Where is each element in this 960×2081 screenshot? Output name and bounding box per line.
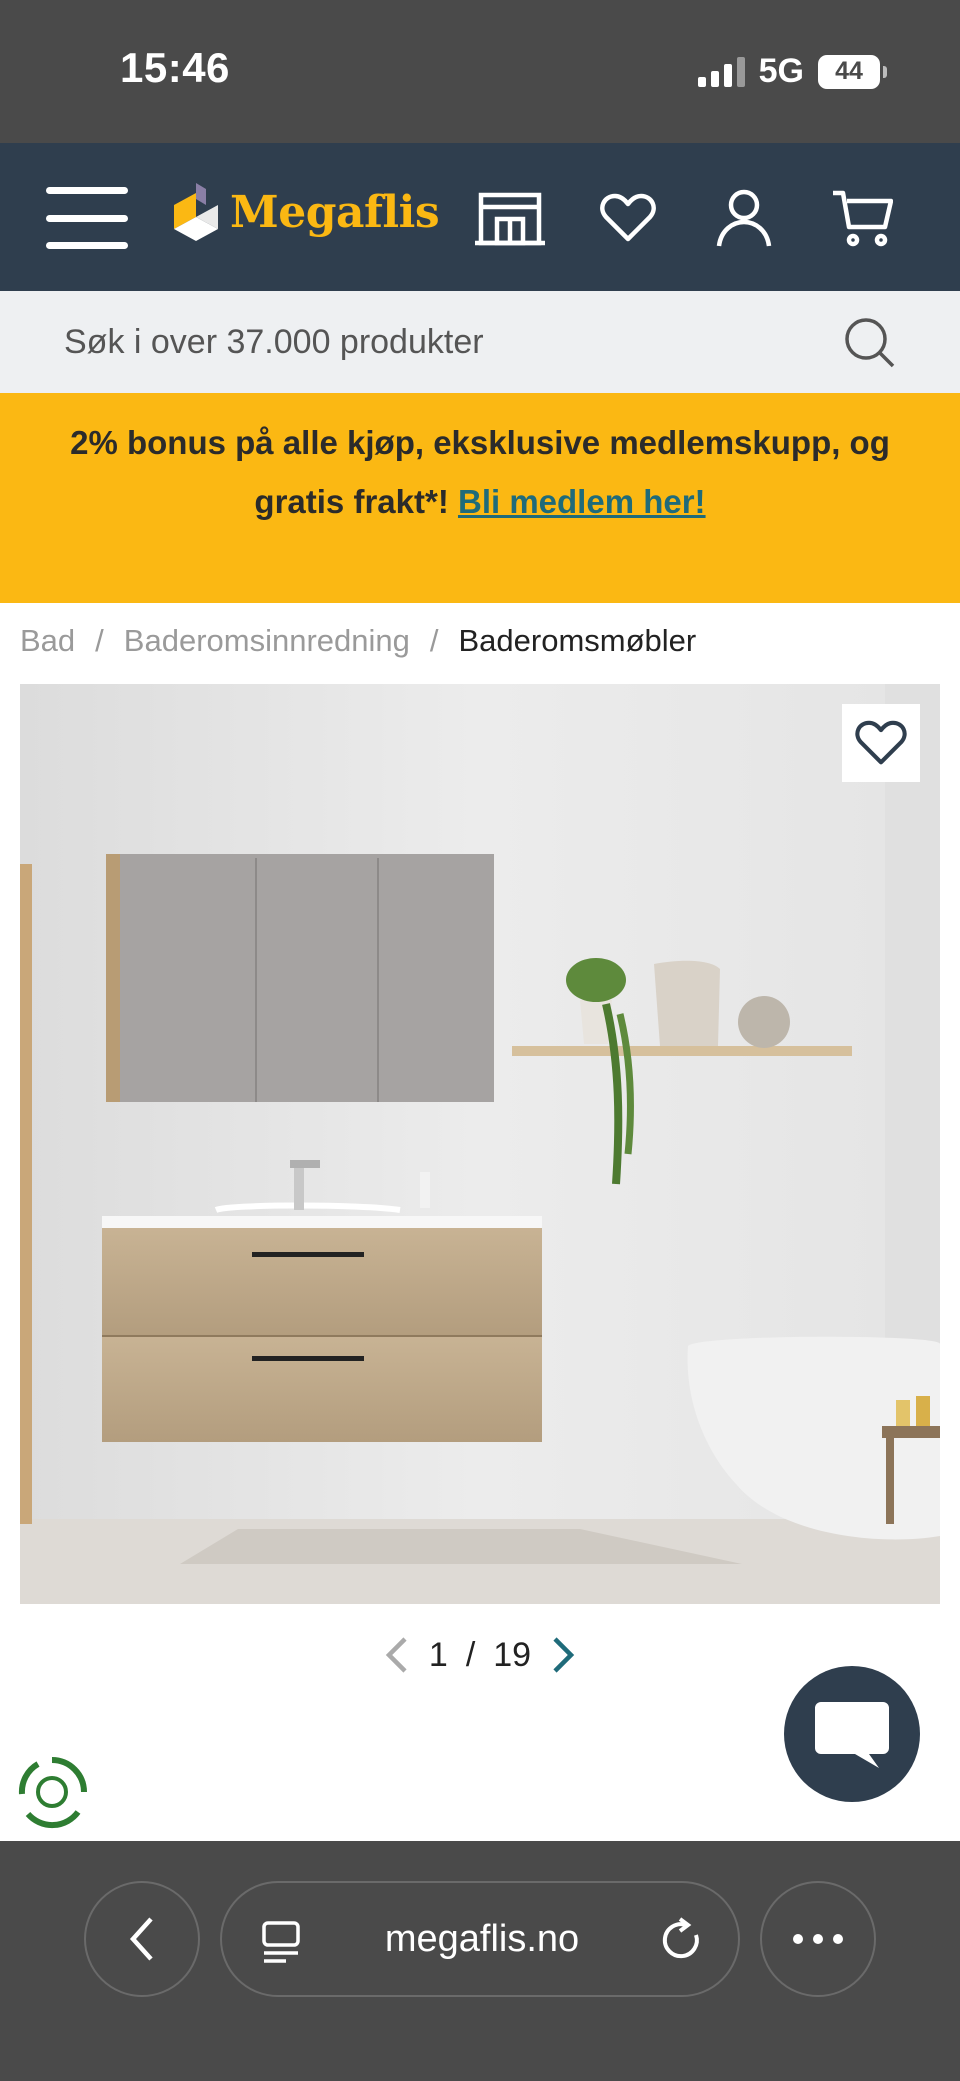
breadcrumb: Bad / Baderomsinnredning / Baderomsmøble… bbox=[20, 623, 696, 659]
gallery-total: 19 bbox=[493, 1635, 532, 1674]
become-member-link[interactable]: Bli medlem her! bbox=[458, 483, 706, 520]
chat-bubble-icon bbox=[815, 1702, 889, 1768]
more-dot bbox=[793, 1934, 803, 1944]
breadcrumb-separator: / bbox=[429, 623, 439, 658]
breadcrumb-item-baderomsinnredning[interactable]: Baderomsinnredning bbox=[124, 623, 410, 659]
breadcrumb-item-bad[interactable]: Bad bbox=[20, 623, 75, 659]
logo-mark-icon bbox=[174, 183, 218, 241]
network-label: 5G bbox=[758, 52, 804, 90]
browser-more-button[interactable] bbox=[760, 1881, 876, 1997]
search-icon[interactable] bbox=[844, 317, 896, 369]
site-logo[interactable]: Megaflis bbox=[172, 181, 440, 243]
status-time: 15:46 bbox=[120, 44, 230, 91]
previous-arrow-icon[interactable] bbox=[383, 1635, 411, 1675]
gallery-current-index: 1 bbox=[428, 1635, 448, 1674]
account-icon[interactable] bbox=[704, 183, 784, 253]
gallery-separator: / bbox=[465, 1635, 476, 1674]
breadcrumb-item-current: Baderomsmøbler bbox=[458, 623, 697, 658]
menu-icon[interactable] bbox=[46, 187, 128, 249]
banner-text: 2% bonus på alle kjøp, eksklusive medlem… bbox=[70, 413, 890, 531]
browser-address-bar[interactable]: megaflis.no bbox=[220, 1881, 740, 1997]
chevron-left-icon bbox=[129, 1917, 153, 1961]
favorite-button[interactable] bbox=[842, 704, 920, 782]
chat-button[interactable] bbox=[784, 1666, 920, 1802]
more-dot bbox=[833, 1934, 843, 1944]
store-icon[interactable] bbox=[470, 183, 550, 253]
brand-name: Megaflis bbox=[230, 186, 440, 238]
search-input[interactable] bbox=[0, 291, 800, 393]
battery-level: 44 bbox=[835, 57, 863, 85]
membership-banner: 2% bonus på alle kjøp, eksklusive medlem… bbox=[0, 393, 960, 603]
bathroom-scene-image bbox=[20, 684, 940, 1604]
more-dot bbox=[813, 1934, 823, 1944]
product-image[interactable] bbox=[20, 684, 940, 1604]
reload-icon[interactable] bbox=[660, 1917, 704, 1963]
heart-icon bbox=[855, 720, 907, 765]
next-arrow-icon[interactable] bbox=[549, 1635, 577, 1675]
browser-back-button[interactable] bbox=[84, 1881, 200, 1997]
battery-icon: 44 bbox=[818, 54, 887, 89]
cart-icon[interactable] bbox=[822, 183, 902, 253]
status-bar: 15:46 5G 44 bbox=[0, 0, 960, 143]
search-bar bbox=[0, 291, 960, 393]
signal-icon bbox=[697, 56, 745, 87]
status-indicators: 5G 44 bbox=[697, 52, 887, 91]
gallery-pagination: 1 / 19 bbox=[0, 1635, 960, 1675]
eco-badge-icon[interactable] bbox=[14, 1754, 90, 1830]
browser-toolbar: megaflis.no bbox=[0, 1841, 960, 2081]
breadcrumb-separator: / bbox=[95, 623, 104, 658]
site-header: Megaflis bbox=[0, 143, 960, 291]
wishlist-heart-icon[interactable] bbox=[588, 183, 668, 253]
